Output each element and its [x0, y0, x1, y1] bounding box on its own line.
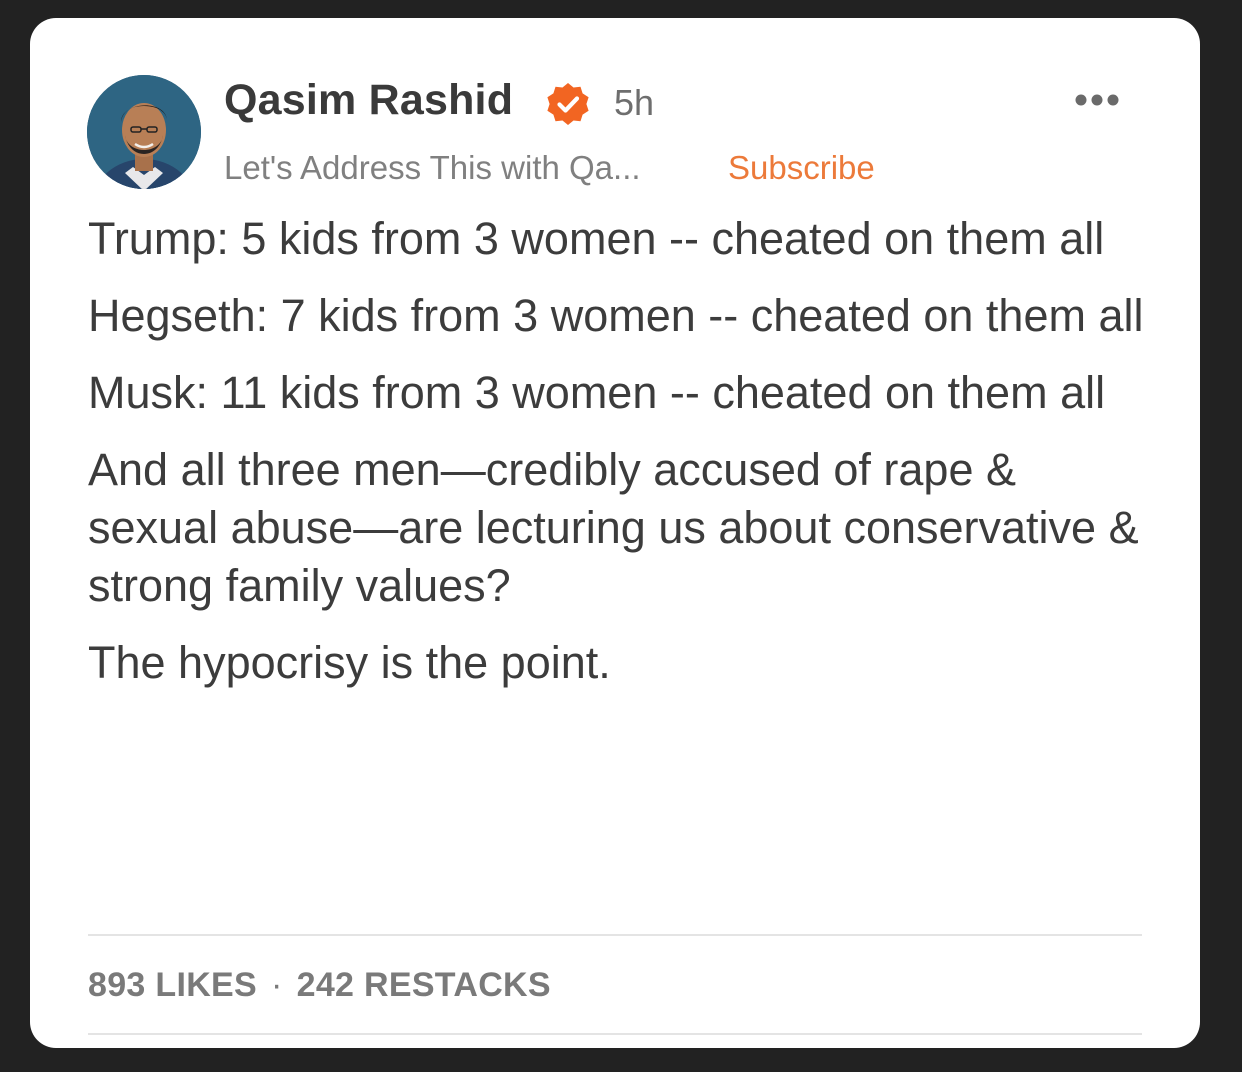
- likes-count[interactable]: 893 LIKES: [88, 966, 257, 1004]
- stats-bottom-divider: [88, 1033, 1142, 1035]
- subscribe-link[interactable]: Subscribe: [728, 149, 875, 187]
- post-card: Qasim Rashid 5h Let's Address This with …: [30, 18, 1200, 1048]
- avatar-image: [87, 75, 201, 189]
- more-options-icon[interactable]: [1072, 91, 1122, 109]
- post-paragraph: Trump: 5 kids from 3 women -- cheated on…: [88, 213, 1105, 264]
- post-paragraph: The hypocrisy is the point.: [88, 637, 611, 688]
- publication-name[interactable]: Let's Address This with Qa...: [224, 149, 641, 187]
- stats-top-divider: [88, 934, 1142, 936]
- verified-badge-icon: [547, 83, 589, 125]
- post-timestamp: 5h: [614, 82, 655, 123]
- stats-separator: ·: [271, 966, 283, 1004]
- author-avatar[interactable]: [87, 75, 201, 189]
- post-paragraph: Musk: 11 kids from 3 women -- cheated on…: [88, 367, 1106, 418]
- post-body: Trump: 5 kids from 3 women -- cheated on…: [88, 210, 1158, 711]
- post-paragraph: Hegseth: 7 kids from 3 women -- cheated …: [88, 290, 1144, 341]
- post-paragraph: And all three men—credibly accused of ra…: [88, 444, 1139, 611]
- restacks-count[interactable]: 242 RESTACKS: [297, 966, 551, 1004]
- author-name[interactable]: Qasim Rashid: [224, 76, 513, 125]
- post-stats: 893 LIKES · 242 RESTACKS: [88, 966, 551, 1005]
